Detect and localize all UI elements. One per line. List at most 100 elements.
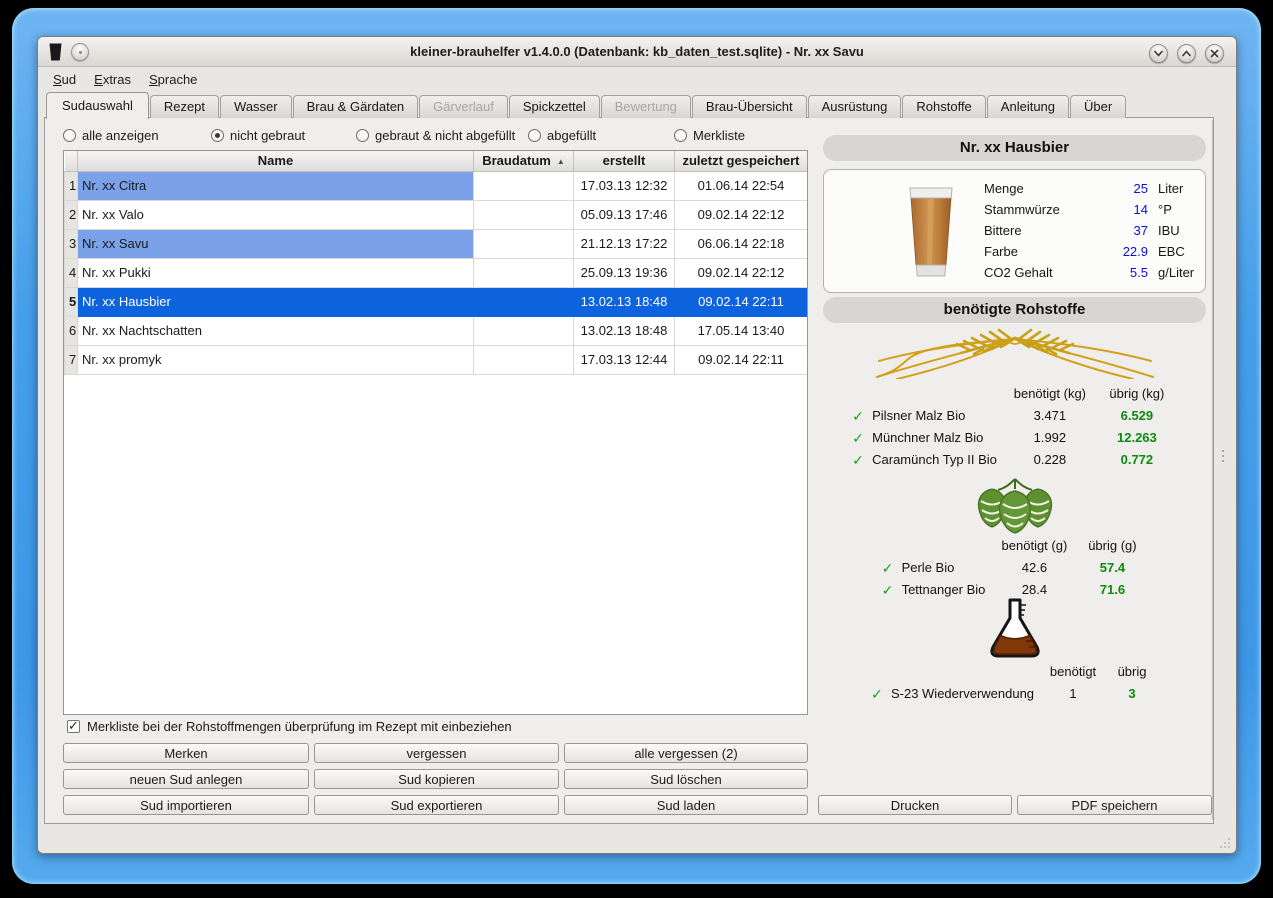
tab-anleitung[interactable]: Anleitung xyxy=(987,95,1069,118)
cell-erstellt[interactable]: 13.02.13 18:48 xyxy=(574,316,675,345)
sud-table-viewport[interactable]: Name Braudatum▲ erstellt zuletzt gespeic… xyxy=(63,150,808,715)
check-icon: ✓ xyxy=(882,584,902,596)
radio-gebraut-nicht-abgefuellt[interactable]: gebraut & nicht abgefüllt xyxy=(356,127,515,143)
panel-right-edge xyxy=(1212,120,1213,820)
hopfen-benoetigt: 28.4 xyxy=(991,582,1077,597)
row-number: 6 xyxy=(65,316,78,345)
table-row-selected[interactable]: 5 Nr. xx Hausbier 13.02.13 18:48 09.02.1… xyxy=(65,287,808,316)
alle-vergessen-button[interactable]: alle vergessen (2) xyxy=(564,743,808,763)
sud-laden-button[interactable]: Sud laden xyxy=(564,795,808,815)
cell-name[interactable]: Nr. xx Valo xyxy=(78,200,474,229)
cell-name[interactable]: Nr. xx Savu xyxy=(78,229,474,258)
cell-gespeichert[interactable]: 06.06.14 22:18 xyxy=(675,229,808,258)
cell-gespeichert[interactable]: 09.02.14 22:11 xyxy=(675,345,808,374)
table-row[interactable]: 6 Nr. xx Nachtschatten 13.02.13 18:48 17… xyxy=(65,316,808,345)
cell-erstellt[interactable]: 13.02.13 18:48 xyxy=(574,287,675,316)
sud-exportieren-button[interactable]: Sud exportieren xyxy=(314,795,559,815)
minimize-button[interactable] xyxy=(1149,44,1168,63)
splitter-handle[interactable] xyxy=(1222,450,1225,465)
merkliste-checkbox-row[interactable]: Merkliste bei der Rohstoffmengen überprü… xyxy=(67,719,512,734)
menu-sprache[interactable]: Sprache xyxy=(149,72,197,87)
menu-sud[interactable]: Sud xyxy=(53,72,76,87)
cell-gespeichert[interactable]: 01.06.14 22:54 xyxy=(675,171,808,200)
table-row[interactable]: 2 Nr. xx Valo 05.09.13 17:46 09.02.14 22… xyxy=(65,200,808,229)
cell-erstellt[interactable]: 05.09.13 17:46 xyxy=(574,200,675,229)
row-number: 4 xyxy=(65,258,78,287)
tab-sudauswahl[interactable]: Sudauswahl xyxy=(46,92,149,119)
table-row[interactable]: 3 Nr. xx Savu 21.12.13 17:22 06.06.14 22… xyxy=(65,229,808,258)
cell-braudatum[interactable] xyxy=(474,171,574,200)
cell-erstellt[interactable]: 21.12.13 17:22 xyxy=(574,229,675,258)
menu-extras[interactable]: Extras xyxy=(94,72,131,87)
maximize-button[interactable] xyxy=(1177,44,1196,63)
tab-spickzettel[interactable]: Spickzettel xyxy=(509,95,600,118)
cell-braudatum[interactable] xyxy=(474,316,574,345)
table-row[interactable]: 1 Nr. xx Citra 17.03.13 12:32 01.06.14 2… xyxy=(65,171,808,200)
tab-ueber[interactable]: Über xyxy=(1070,95,1126,118)
cell-name[interactable]: Nr. xx Citra xyxy=(78,171,474,200)
cell-braudatum[interactable] xyxy=(474,287,574,316)
cell-gespeichert[interactable]: 09.02.14 22:12 xyxy=(675,200,808,229)
hopfen-uebrig: 57.4 xyxy=(1077,560,1147,575)
radio-nicht-gebraut[interactable]: nicht gebraut xyxy=(211,127,305,143)
cell-gespeichert[interactable]: 09.02.14 22:12 xyxy=(675,258,808,287)
malz-uebrig: 6.529 xyxy=(1097,408,1177,423)
malz-name: Münchner Malz Bio xyxy=(872,430,1003,445)
tab-ausruestung[interactable]: Ausrüstung xyxy=(808,95,902,118)
cell-erstellt[interactable]: 17.03.13 12:32 xyxy=(574,171,675,200)
tab-wasser[interactable]: Wasser xyxy=(220,95,292,118)
tab-rezept[interactable]: Rezept xyxy=(150,95,219,118)
radio-circle[interactable] xyxy=(63,129,76,142)
malz-header-benoetigt: benötigt (kg) xyxy=(1003,386,1097,401)
tab-brau-gaerdaten[interactable]: Brau & Gärdaten xyxy=(293,95,419,118)
cell-braudatum[interactable] xyxy=(474,345,574,374)
col-header-gespeichert[interactable]: zuletzt gespeichert xyxy=(675,151,808,171)
tab-brau-uebersicht[interactable]: Brau-Übersicht xyxy=(692,95,807,118)
radio-circle[interactable] xyxy=(528,129,541,142)
row-number: 5 xyxy=(65,287,78,316)
corner-header-cell[interactable] xyxy=(65,151,78,171)
radio-circle[interactable] xyxy=(356,129,369,142)
table-row[interactable]: 4 Nr. xx Pukki 25.09.13 19:36 09.02.14 2… xyxy=(65,258,808,287)
cell-erstellt[interactable]: 17.03.13 12:44 xyxy=(574,345,675,374)
merken-button[interactable]: Merken xyxy=(63,743,309,763)
col-header-erstellt[interactable]: erstellt xyxy=(574,151,675,171)
radio-merkliste[interactable]: Merkliste xyxy=(674,127,745,143)
cell-name[interactable]: Nr. xx Nachtschatten xyxy=(78,316,474,345)
row-number: 3 xyxy=(65,229,78,258)
sud-loeschen-button[interactable]: Sud löschen xyxy=(564,769,808,789)
check-icon: ✓ xyxy=(871,688,891,700)
cell-erstellt[interactable]: 25.09.13 19:36 xyxy=(574,258,675,287)
sud-kopieren-button[interactable]: Sud kopieren xyxy=(314,769,559,789)
cell-braudatum[interactable] xyxy=(474,258,574,287)
tab-rohstoffe[interactable]: Rohstoffe xyxy=(902,95,985,118)
cell-name[interactable]: Nr. xx promyk xyxy=(78,345,474,374)
close-button[interactable] xyxy=(1205,44,1224,63)
cell-gespeichert[interactable]: 17.05.14 13:40 xyxy=(675,316,808,345)
check-icon: ✓ xyxy=(852,410,872,422)
radio-alle-anzeigen[interactable]: alle anzeigen xyxy=(63,127,159,143)
cell-gespeichert[interactable]: 09.02.14 22:11 xyxy=(675,287,808,316)
radio-abgefuellt[interactable]: abgefüllt xyxy=(528,127,596,143)
hefe-uebrig: 3 xyxy=(1106,686,1158,701)
cell-name[interactable]: Nr. xx Pukki xyxy=(78,258,474,287)
col-header-name[interactable]: Name xyxy=(78,151,474,171)
malz-benoetigt: 3.471 xyxy=(1003,408,1097,423)
vergessen-button[interactable]: vergessen xyxy=(314,743,559,763)
rohstoffe-panel: benötigt (kg) übrig (kg) ✓ Pilsner Malz … xyxy=(823,118,1206,825)
cell-braudatum[interactable] xyxy=(474,229,574,258)
sud-importieren-button[interactable]: Sud importieren xyxy=(63,795,309,815)
checkbox-checked-icon[interactable] xyxy=(67,720,80,733)
radio-circle-selected[interactable] xyxy=(211,129,224,142)
hefe-benoetigt: 1 xyxy=(1040,686,1106,701)
cell-name[interactable]: Nr. xx Hausbier xyxy=(78,287,474,316)
menubar: Sud Extras Sprache xyxy=(38,68,1236,90)
titlebar[interactable]: kleiner-brauhelfer v1.4.0.0 (Datenbank: … xyxy=(38,37,1236,67)
table-row[interactable]: 7 Nr. xx promyk 17.03.13 12:44 09.02.14 … xyxy=(65,345,808,374)
radio-circle[interactable] xyxy=(674,129,687,142)
resize-grip[interactable] xyxy=(1218,836,1232,850)
neuen-sud-anlegen-button[interactable]: neuen Sud anlegen xyxy=(63,769,309,789)
col-header-braudatum[interactable]: Braudatum▲ xyxy=(474,151,574,171)
window-title: kleiner-brauhelfer v1.4.0.0 (Datenbank: … xyxy=(38,37,1236,67)
cell-braudatum[interactable] xyxy=(474,200,574,229)
